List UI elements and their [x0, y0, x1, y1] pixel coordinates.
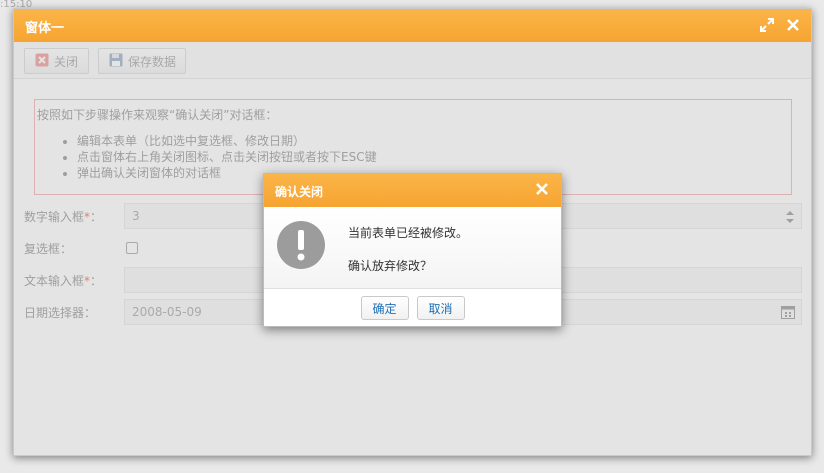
- cancel-button[interactable]: 取消: [416, 296, 465, 320]
- dialog-message-line2: 确认放弃修改？: [348, 259, 433, 273]
- window-header[interactable]: 窗体一: [14, 9, 811, 42]
- window-title: 窗体一: [25, 21, 65, 36]
- warning-icon: [277, 221, 325, 272]
- confirm-close-dialog: 确认关闭 当前表单已经被修改。 确认放弃修改？ 确定 取消: [263, 173, 562, 327]
- maximize-icon[interactable]: [759, 17, 775, 33]
- ok-button[interactable]: 确定: [360, 296, 409, 320]
- close-icon[interactable]: [785, 17, 801, 33]
- dialog-close-icon[interactable]: [536, 183, 550, 197]
- dialog-header[interactable]: 确认关闭: [264, 174, 561, 207]
- dialog-body: 当前表单已经被修改。 确认放弃修改？: [264, 207, 561, 289]
- dialog-footer: 确定 取消: [264, 289, 561, 327]
- dialog-title: 确认关闭: [275, 185, 324, 199]
- dialog-message-line1: 当前表单已经被修改。: [348, 226, 469, 240]
